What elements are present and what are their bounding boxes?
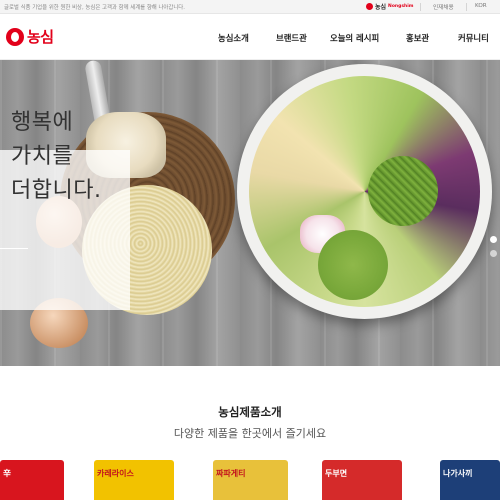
- hero-banner: 행복에 가치를 더합니다.: [0, 60, 500, 366]
- mini-logo-brand: 농심: [375, 4, 387, 11]
- products-section-title: 농심제품소개: [218, 405, 282, 419]
- slide-pager-dot-1[interactable]: [490, 236, 497, 243]
- edamame-image: [318, 230, 388, 300]
- hero-tagline-line-2: 가치를: [11, 144, 74, 169]
- nongshim-logo[interactable]: 농심: [6, 26, 54, 47]
- product-package-label: 나가사끼: [443, 469, 473, 478]
- mini-logo-sub: Nongshim: [388, 4, 414, 9]
- main-header: 농심 농심소개 브랜드관 오늘의 레시피 홍보관 커뮤니티: [0, 14, 500, 60]
- product-package[interactable]: 나가사끼: [440, 460, 500, 500]
- group-logo-link[interactable]: 농심 Nongshim: [366, 2, 413, 11]
- product-package-label: 두부면: [325, 469, 348, 478]
- nav-about[interactable]: 농심소개: [218, 32, 249, 44]
- divider: [466, 3, 467, 11]
- product-package[interactable]: 辛: [0, 460, 64, 500]
- product-package[interactable]: 짜파게티: [213, 460, 288, 500]
- product-package[interactable]: 두부면: [322, 460, 402, 500]
- product-package-label: 짜파게티: [216, 469, 246, 478]
- nav-recipe[interactable]: 오늘의 레시피: [330, 32, 379, 44]
- product-package[interactable]: 카레라이스: [94, 460, 174, 500]
- hero-tagline-line-1: 행복에: [11, 110, 74, 135]
- products-section-subtitle: 다양한 제품을 한곳에서 즐기세요: [173, 427, 327, 440]
- tagline-underline: [0, 248, 28, 249]
- product-package-label: 辛: [3, 469, 11, 478]
- cucumber-image: [368, 156, 438, 226]
- product-package-label: 카레라이스: [97, 469, 134, 478]
- careers-link[interactable]: 인재채용: [433, 3, 454, 11]
- nongshim-mini-logo-icon: [366, 3, 373, 10]
- top-notice-text: 글로벌 식품 기업을 위한 원한 비상, 농심은 고객과 함께 세계를 향해 나…: [4, 5, 185, 11]
- hero-tagline-line-3: 더합니다.: [11, 178, 102, 203]
- divider: [420, 3, 421, 11]
- nav-pr[interactable]: 홍보관: [406, 32, 429, 44]
- logo-text: 농심: [27, 28, 54, 46]
- nongshim-logo-icon: [6, 27, 24, 46]
- slide-pager-dot-2[interactable]: [490, 250, 497, 257]
- language-select[interactable]: KOR: [475, 3, 487, 9]
- top-utility-bar: 글로벌 식품 기업을 위한 원한 비상, 농심은 고객과 함께 세계를 향해 나…: [0, 0, 500, 14]
- nav-community[interactable]: 커뮤니티: [458, 32, 489, 44]
- nav-brands[interactable]: 브랜드관: [276, 32, 307, 44]
